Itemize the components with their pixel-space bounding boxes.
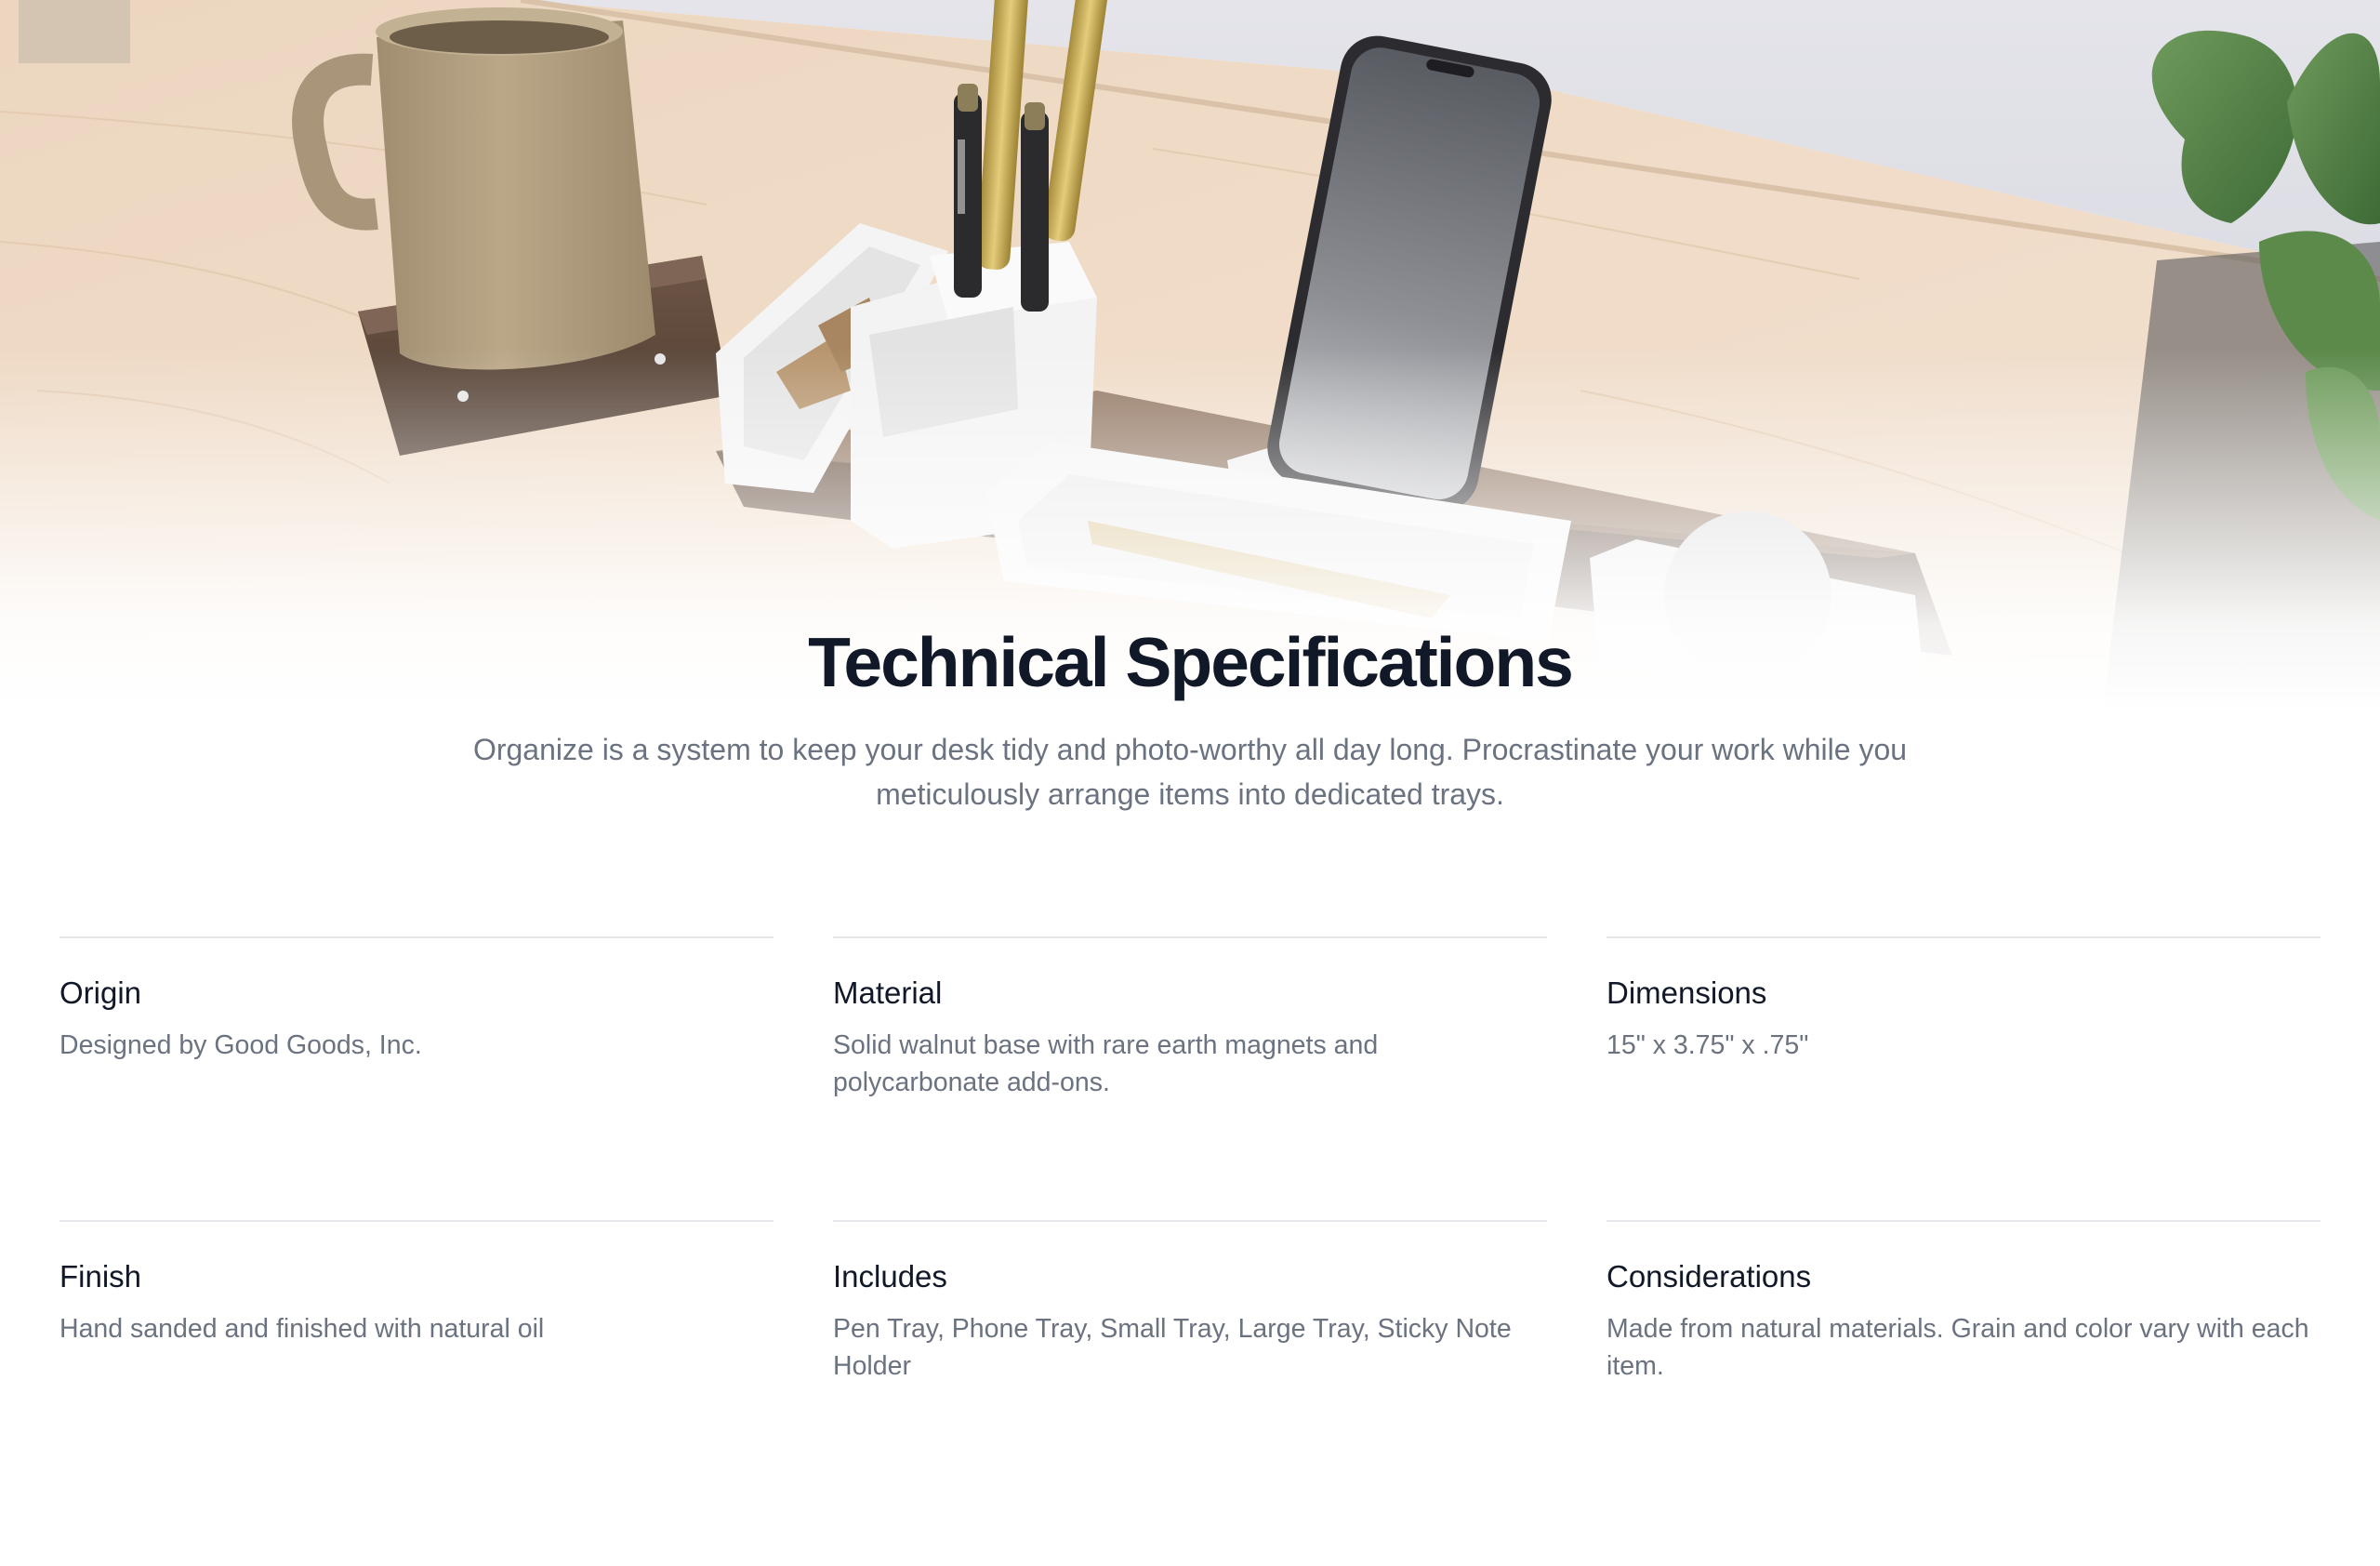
page-title: Technical Specifications xyxy=(808,623,1574,701)
spec-item-considerations: Considerations Made from natural materia… xyxy=(1606,1220,2320,1504)
spec-description: Pen Tray, Phone Tray, Small Tray, Large … xyxy=(833,1314,1512,1381)
product-specs-page: Technical Specifications Organize is a s… xyxy=(0,0,2380,1566)
page-lead: Organize is a system to keep your desk t… xyxy=(472,733,1908,811)
spec-item-origin: Origin Designed by Good Goods, Inc. xyxy=(60,936,774,1220)
spec-term: Includes xyxy=(833,1259,947,1294)
spec-term: Dimensions xyxy=(1606,975,1767,1010)
spec-description: Made from natural materials. Grain and c… xyxy=(1606,1314,2309,1381)
spec-list: Origin Designed by Good Goods, Inc. Mate… xyxy=(60,936,2320,1504)
spec-description: 15" x 3.75" x .75" xyxy=(1606,1030,1809,1060)
spec-description: Hand sanded and finished with natural oi… xyxy=(60,1314,545,1344)
spec-term: Considerations xyxy=(1606,1259,1812,1294)
spec-item-material: Material Solid walnut base with rare ear… xyxy=(833,936,1547,1220)
spec-term: Finish xyxy=(60,1259,142,1294)
spec-term: Origin xyxy=(60,975,142,1010)
spec-item-dimensions: Dimensions 15" x 3.75" x .75" xyxy=(1606,936,2320,1220)
spec-description: Designed by Good Goods, Inc. xyxy=(60,1030,422,1060)
hero-image xyxy=(0,0,2380,725)
spec-description: Solid walnut base with rare earth magnet… xyxy=(833,1030,1379,1097)
spec-item-finish: Finish Hand sanded and finished with nat… xyxy=(60,1220,774,1504)
spec-term: Material xyxy=(833,975,943,1010)
intro-section: Technical Specifications Organize is a s… xyxy=(0,617,2380,816)
hero-fade-overlay xyxy=(0,0,2380,725)
spec-item-includes: Includes Pen Tray, Phone Tray, Small Tra… xyxy=(833,1220,1547,1504)
